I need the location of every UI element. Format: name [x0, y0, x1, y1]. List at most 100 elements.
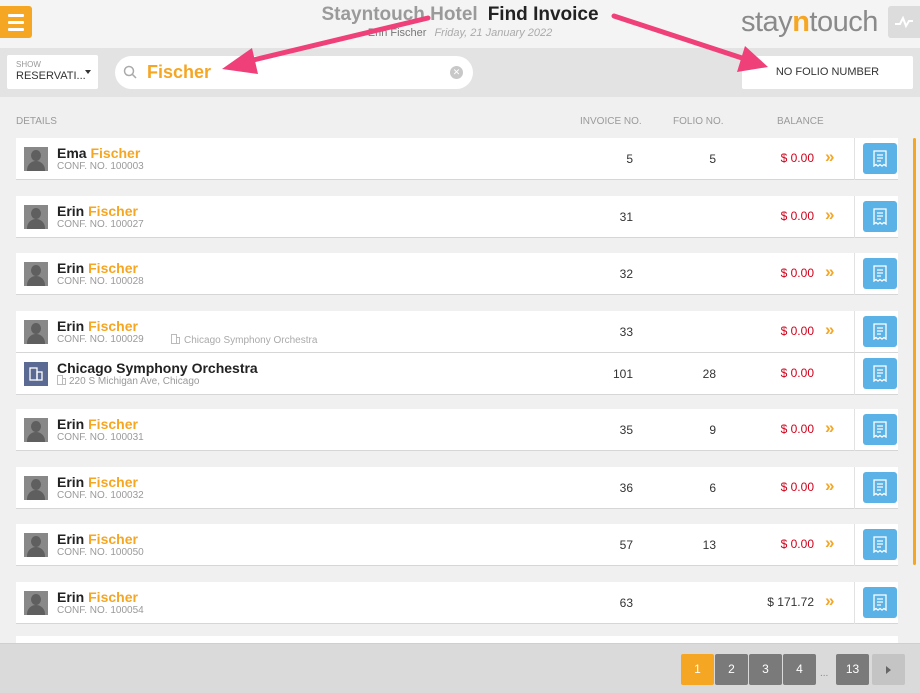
confirmation-number: CONF. NO. 100054 [57, 605, 144, 616]
invoice-row[interactable]: Erin Fischer CONF. NO. 100028 32 $ 0.00 … [16, 253, 898, 295]
double-chevron-right-icon[interactable]: » [825, 533, 834, 553]
page-button-2[interactable]: 2 [715, 654, 748, 685]
guest-avatar-icon [24, 205, 48, 229]
folio-number: 13 [702, 538, 716, 552]
invoice-row[interactable]: Erin Fischer CONF. NO. 100031 35 9 $ 0.0… [16, 409, 898, 451]
guest-name: Erin Fischer [57, 589, 138, 605]
confirmation-number: CONF. NO. 100027 [57, 219, 144, 230]
balance: $ 0.00 [780, 266, 814, 280]
page-title: Find Invoice [487, 4, 599, 25]
guest-name: Erin Fischer [57, 260, 138, 276]
invoice-number: 32 [619, 267, 633, 281]
view-invoice-button[interactable] [863, 201, 897, 232]
view-invoice-button[interactable] [863, 143, 897, 174]
double-chevron-right-icon[interactable]: » [825, 205, 834, 225]
clear-search-icon[interactable]: ✕ [450, 66, 463, 79]
receipt-icon [873, 208, 887, 225]
view-invoice-button[interactable] [863, 472, 897, 503]
invoice-number: 57 [619, 538, 633, 552]
guest-avatar-icon [24, 591, 48, 615]
double-chevron-right-icon[interactable]: » [825, 147, 834, 167]
column-header-folio: FOLIO NO. [673, 116, 724, 127]
hotel-name: Stayntouch Hotel [321, 4, 478, 25]
confirmation-number: CONF. NO. 100031 [57, 432, 144, 443]
folio-number: 5 [709, 152, 716, 166]
invoice-row[interactable]: Erin Fischer CONF. NO. 100054 63 $ 171.7… [16, 582, 898, 624]
invoice-number: 31 [619, 210, 633, 224]
invoice-row[interactable]: Erin Fischer CONF. NO. 100027 31 $ 0.00 … [16, 196, 898, 238]
company-address: 220 S Michigan Ave, Chicago [57, 375, 199, 387]
page-button-3[interactable]: 3 [749, 654, 782, 685]
guest-avatar-icon [24, 476, 48, 500]
double-chevron-right-icon[interactable]: » [825, 476, 834, 496]
view-invoice-button[interactable] [863, 358, 897, 389]
invoice-row[interactable]: Erin Fischer CONF. NO. 100029 Chicago Sy… [16, 311, 898, 353]
caret-down-icon [85, 70, 91, 74]
receipt-icon [873, 536, 887, 553]
balance: $ 171.72 [767, 595, 814, 609]
guest-name: Erin Fischer [57, 416, 138, 432]
guest-avatar-icon [24, 262, 48, 286]
guest-name: Erin Fischer [57, 318, 138, 334]
folio-number-filter[interactable]: NO FOLIO NUMBER [742, 56, 913, 89]
page-button-last[interactable]: 13 [836, 654, 869, 685]
balance: $ 0.00 [780, 537, 814, 551]
double-chevron-right-icon[interactable]: » [825, 418, 834, 438]
confirmation-number: CONF. NO. 100003 [57, 161, 144, 172]
double-chevron-right-icon[interactable]: » [825, 320, 834, 340]
view-invoice-button[interactable] [863, 258, 897, 289]
activity-button[interactable] [888, 6, 920, 38]
invoice-row[interactable]: Ema Fischer CONF. NO. 100003 5 5 $ 0.00 … [16, 138, 898, 180]
invoice-row[interactable]: Erin Fischer CONF. NO. 100032 36 6 $ 0.0… [16, 467, 898, 509]
guest-avatar-icon [24, 418, 48, 442]
receipt-icon [873, 594, 887, 611]
balance: $ 0.00 [780, 151, 814, 165]
search-box: ✕ [115, 56, 473, 89]
folio-number: 9 [709, 423, 716, 437]
balance: $ 0.00 [780, 209, 814, 223]
folio-number: 6 [709, 481, 716, 495]
view-invoice-button[interactable] [863, 414, 897, 445]
invoice-number: 5 [626, 152, 633, 166]
confirmation-number: CONF. NO. 100050 [57, 547, 144, 558]
column-header-details: DETAILS [16, 116, 57, 127]
invoice-row[interactable]: Erin Fischer CONF. NO. 100050 57 13 $ 0.… [16, 524, 898, 566]
guest-name: Ema Fischer [57, 145, 141, 161]
view-invoice-button[interactable] [863, 587, 897, 618]
receipt-icon [873, 479, 887, 496]
page-button-1[interactable]: 1 [681, 654, 714, 685]
show-filter-label: SHOW [16, 60, 41, 69]
view-invoice-button[interactable] [863, 316, 897, 347]
invoice-number: 63 [619, 596, 633, 610]
filter-bar: SHOW RESERVATI... ✕ NO FOLIO NUMBER [0, 48, 920, 97]
receipt-icon [873, 150, 887, 167]
double-chevron-right-icon[interactable]: » [825, 262, 834, 282]
confirmation-number: CONF. NO. 100029 [57, 334, 144, 345]
next-page-button[interactable] [872, 654, 905, 685]
scroll-indicator[interactable] [913, 138, 916, 565]
invoice-number: 101 [612, 367, 633, 381]
invoice-number: 33 [619, 325, 633, 339]
receipt-icon [873, 365, 887, 382]
company-invoice-row[interactable]: Chicago Symphony Orchestra 220 S Michiga… [16, 353, 898, 395]
invoice-number: 36 [619, 481, 633, 495]
pagination-bar: 1 2 3 4 ... 13 [0, 643, 920, 693]
column-header-invoice: INVOICE NO. [580, 116, 642, 127]
pagination-ellipsis: ... [820, 668, 829, 679]
guest-avatar-icon [24, 147, 48, 171]
search-icon [123, 65, 137, 79]
activity-icon [895, 16, 913, 28]
guest-name: Erin Fischer [57, 203, 138, 219]
receipt-icon [873, 323, 887, 340]
user-name: Erin Fischer [367, 27, 427, 39]
receipt-icon [873, 421, 887, 438]
page-button-4[interactable]: 4 [783, 654, 816, 685]
double-chevron-right-icon[interactable]: » [825, 591, 834, 611]
balance: $ 0.00 [780, 480, 814, 494]
view-invoice-button[interactable] [863, 529, 897, 560]
show-filter-select[interactable]: SHOW RESERVATI... [7, 55, 98, 89]
guest-avatar-icon [24, 533, 48, 557]
balance: $ 0.00 [780, 324, 814, 338]
search-input[interactable] [147, 60, 447, 85]
building-icon [57, 375, 66, 385]
